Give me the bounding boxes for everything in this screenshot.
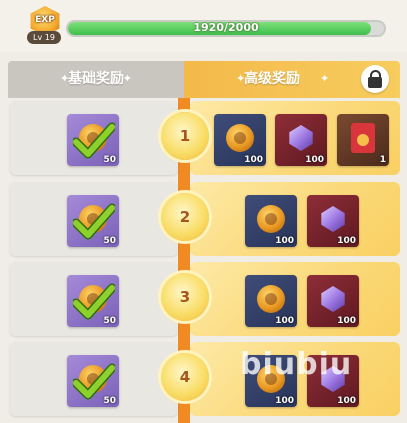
premium-reward-item[interactable]: 1 [337,114,389,166]
tab-basic-rewards[interactable]: ✦ 基础奖励 ✦ [8,61,184,98]
premium-reward-item[interactable]: 100 [245,275,297,327]
basic-reward-item[interactable]: 50 [67,195,119,247]
basic-reward-item[interactable]: 50 [67,275,119,327]
item-count: 100 [244,155,263,165]
lock-icon[interactable] [361,65,389,93]
crystal-icon [321,206,345,232]
sparkle-icon: ✦ [320,72,330,85]
level-number-badge: 4 [161,353,209,401]
level-number-badge: 3 [161,273,209,321]
item-count: 100 [275,236,294,246]
item-count: 100 [337,236,356,246]
level-header: EXP Lv 19 1920/2000 [0,0,407,52]
premium-reward-item[interactable]: 100 [214,114,266,166]
item-count: 100 [337,316,356,326]
reward-row: 50 100 100 2 [0,182,407,260]
watermark: biubiu [240,347,353,382]
level-number-badge: 2 [161,193,209,241]
exp-progress-bar: 1920/2000 [66,20,386,37]
item-count: 100 [305,155,324,165]
reward-row: 50 100 100 1 1 [0,101,407,179]
red-envelope-icon [351,123,375,153]
level-number-badge: 1 [161,112,209,160]
coin-icon [257,285,285,313]
item-count: 100 [337,396,356,406]
basic-reward-item[interactable]: 50 [67,114,119,166]
crystal-icon [289,125,313,151]
level-label: Lv 19 [27,31,61,44]
check-icon [73,203,115,240]
check-icon [73,363,115,400]
item-count: 100 [275,396,294,406]
premium-reward-item[interactable]: 100 [275,114,327,166]
reward-row: 50 100 100 3 [0,262,407,340]
tab-basic-label: 基础奖励 [68,71,124,87]
basic-reward-item[interactable]: 50 [67,355,119,407]
crystal-icon [321,286,345,312]
coin-icon [226,124,254,152]
coin-icon [257,205,285,233]
premium-reward-item[interactable]: 100 [245,195,297,247]
item-count: 1 [379,155,386,165]
check-icon [73,122,115,159]
premium-reward-item[interactable]: 100 [307,275,359,327]
tab-premium-rewards[interactable]: ✦ 高级奖励 ✦ [184,61,400,98]
exp-progress-text: 1920/2000 [193,21,259,34]
premium-reward-item[interactable]: 100 [307,195,359,247]
check-icon [73,283,115,320]
item-count: 100 [275,316,294,326]
sparkle-icon: ✦ [122,72,132,85]
tab-premium-label: 高级奖励 [244,71,300,87]
exp-label: EXP [35,15,55,25]
